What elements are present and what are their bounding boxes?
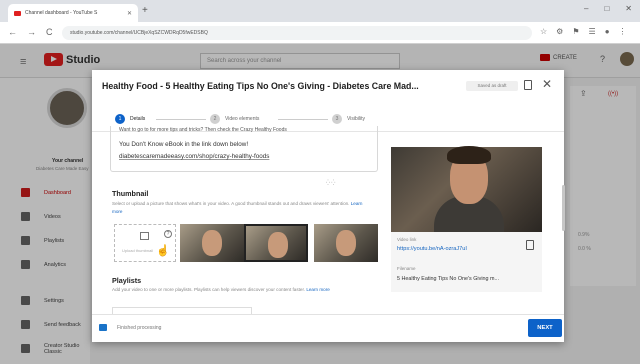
forward-icon[interactable]: → (27, 27, 36, 37)
reload-icon[interactable]: C (46, 27, 53, 37)
step-label-details[interactable]: Details (130, 116, 145, 122)
thumbnail-option[interactable] (180, 224, 244, 262)
upload-thumbnail-label: Upload thumbnail (122, 248, 154, 253)
thumbnail-help-icon[interactable]: ? (164, 230, 172, 238)
close-window-icon[interactable]: ✕ (625, 4, 632, 13)
window-controls: – □ ✕ (584, 4, 632, 13)
browser-menu-icon[interactable]: ⋮ (619, 27, 627, 36)
dialog-scrollbar[interactable] (562, 185, 565, 231)
draft-status-badge: Saved as draft (466, 81, 518, 91)
bookmark-star-icon[interactable]: ☆ (540, 27, 547, 36)
thumbnail-help-text: Select or upload a picture that shows wh… (112, 200, 374, 215)
nav-buttons: ← → C ⌂ (8, 27, 68, 37)
thumbnail-option[interactable] (314, 224, 378, 262)
extension-icons: ☆ ⚙ ⚑ ☰ ● ⋮ (540, 27, 627, 36)
dialog-title: Healthy Food - 5 Healthy Eating Tips No … (102, 81, 419, 91)
url-bar[interactable]: studio.youtube.com/channel/UCBjeXqSZCWDR… (62, 26, 532, 40)
description-link[interactable]: diabetescaremadeeasy.com/shop/crazy-heal… (119, 153, 269, 160)
hd-processing-icon (99, 324, 107, 331)
filename-label: Filename (397, 266, 416, 271)
new-tab-button[interactable]: + (142, 5, 148, 16)
profile-icon[interactable]: ● (605, 27, 610, 36)
step-connector (278, 119, 328, 120)
maximize-icon[interactable]: □ (604, 4, 609, 13)
filename-value: 5 Healthy Eating Tips No One's Giving m.… (397, 276, 499, 282)
image-upload-icon (140, 232, 149, 240)
step-connector (156, 119, 206, 120)
minimize-icon[interactable]: – (584, 4, 588, 13)
playlists-help: Add your video to one or more playlists.… (112, 287, 306, 292)
feedback-flag-icon[interactable] (524, 80, 532, 90)
youtube-favicon-icon (14, 10, 21, 16)
description-line: You Don't Know eBook in the link down be… (119, 141, 249, 148)
tab-close-icon[interactable]: ✕ (127, 10, 132, 17)
video-link-label: Video link (397, 237, 417, 242)
playlists-heading: Playlists (112, 276, 142, 285)
pointer-cursor-icon: ☝ (156, 245, 170, 257)
thumbnail-help: Select or upload a picture that shows wh… (112, 201, 350, 206)
processing-status: Finished processing (117, 325, 162, 331)
playlists-help-text: Add your video to one or more playlists.… (112, 286, 374, 294)
step-dot-visibility[interactable]: 3 (332, 114, 342, 124)
playlists-learn-more-link[interactable]: Learn more (306, 287, 330, 292)
extension-flag-icon[interactable]: ⚑ (572, 27, 579, 36)
description-line: Want to go to for more tips and tricks? … (119, 127, 287, 133)
extension-gear-icon[interactable]: ⚙ (556, 27, 563, 36)
close-icon[interactable]: ✕ (542, 77, 552, 91)
video-preview-person (447, 146, 491, 164)
thumbnail-heading: Thumbnail (112, 189, 149, 198)
resize-handle-icon[interactable]: ⁛ ⁛ (326, 180, 335, 186)
video-link[interactable]: https://youtu.be/nA-ozraJ7uI (397, 246, 467, 252)
browser-tab[interactable]: Channel dashboard - YouTube S ✕ (8, 4, 138, 22)
dialog-footer (92, 314, 564, 342)
step-dot-video-elements[interactable]: 2 (210, 114, 220, 124)
extension-menu-icon[interactable]: ☰ (589, 27, 596, 36)
next-button[interactable]: NEXT (528, 319, 562, 337)
copy-icon[interactable] (526, 240, 534, 250)
tab-title: Channel dashboard - YouTube S (25, 10, 98, 16)
step-dot-details[interactable]: 1 (115, 114, 125, 124)
step-label-visibility[interactable]: Visibility (347, 116, 365, 122)
back-icon[interactable]: ← (8, 27, 17, 37)
step-label-video-elements[interactable]: Video elements (225, 116, 259, 122)
thumbnail-option-selected[interactable] (244, 224, 308, 262)
